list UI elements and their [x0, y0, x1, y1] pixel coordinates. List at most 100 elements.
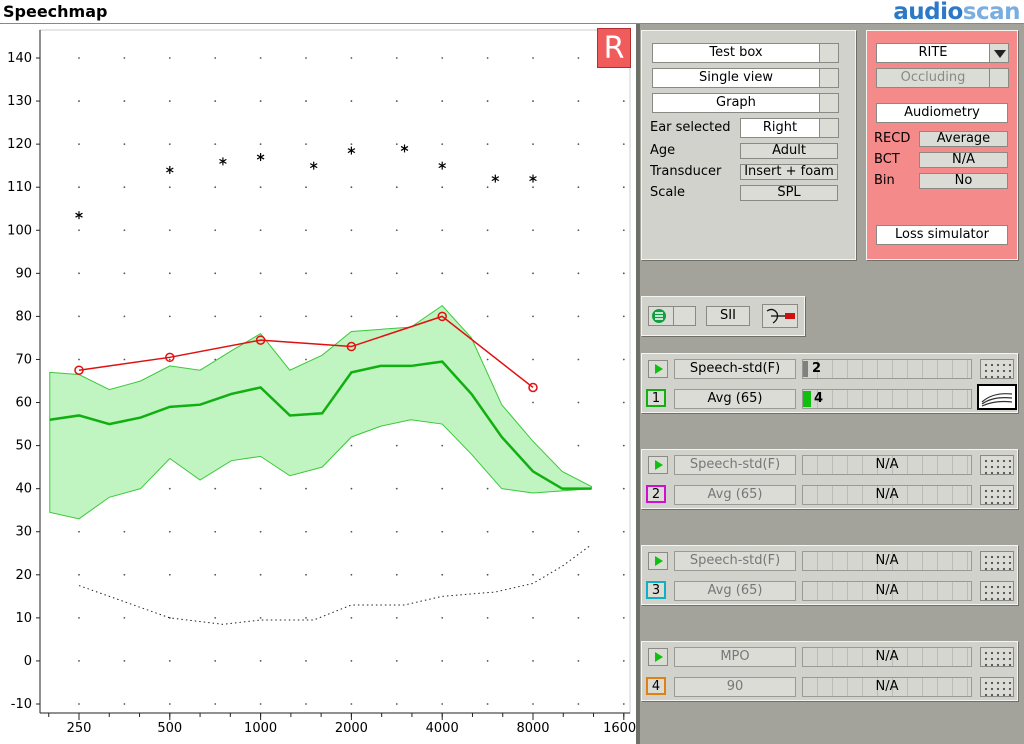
grid-dot [214, 272, 217, 275]
y-tick-label: 90 [15, 266, 32, 281]
test-number-badge[interactable]: 2 [646, 485, 666, 503]
grid-dot [486, 272, 489, 275]
grid-dot [305, 272, 307, 275]
ear-selected-button[interactable]: Right [740, 118, 820, 138]
options-button[interactable] [980, 551, 1014, 571]
test-number-badge[interactable]: 3 [646, 581, 666, 599]
ear-badge[interactable]: R [597, 28, 631, 68]
grid-dot [486, 573, 489, 576]
y-tick-label: 110 [7, 180, 32, 195]
test-number-badge[interactable]: 1 [646, 389, 666, 407]
top-level-value: N/A [875, 553, 899, 568]
level-bar [803, 391, 811, 407]
grid-dot [441, 530, 444, 533]
y-tick-label: -10 [11, 697, 32, 712]
probe-icon-button[interactable] [762, 304, 798, 328]
transducer-label: Transducer [650, 164, 722, 179]
grid-dot [78, 229, 80, 232]
y-tick-label: 130 [7, 94, 32, 109]
grid-dot [486, 530, 489, 533]
grid-dot [532, 703, 534, 705]
grid-dot [622, 143, 625, 146]
grid-dot [441, 703, 444, 705]
level-select[interactable]: Avg (65) [674, 581, 796, 601]
stimulus-select[interactable]: Speech-std(F) [674, 551, 796, 571]
bottom-level-meter: N/A [802, 485, 972, 505]
options-button[interactable] [980, 359, 1014, 379]
bin-value[interactable]: No [919, 173, 1008, 189]
grid-dot [350, 573, 353, 576]
chevron-down-icon[interactable] [989, 43, 1009, 63]
scale-value[interactable]: SPL [740, 185, 838, 201]
play-icon[interactable] [648, 456, 668, 474]
transducer-value[interactable]: Insert + foam [740, 164, 838, 180]
audiometry-button[interactable]: Audiometry [876, 103, 1008, 123]
level-select[interactable]: 90 [674, 677, 796, 697]
curve-display-button[interactable] [977, 384, 1017, 410]
grid-dot [532, 315, 534, 318]
options-button[interactable] [980, 647, 1014, 667]
grid-dot [622, 530, 625, 533]
grid-dot [441, 660, 444, 662]
grid-dot [622, 573, 625, 576]
test-number-badge[interactable]: 4 [646, 677, 666, 695]
grid-dot [395, 573, 398, 576]
stimulus-select[interactable]: Speech-std(F) [674, 455, 796, 475]
grid-dot [532, 616, 534, 619]
grid-dot [622, 315, 625, 318]
level-select[interactable]: Avg (65) [674, 485, 796, 505]
grid-dot [259, 272, 262, 275]
device-type-select[interactable]: RITE [876, 43, 990, 63]
grid-dot [123, 358, 126, 361]
single-view-stub[interactable] [819, 68, 839, 88]
stimulus-select[interactable]: MPO [674, 647, 796, 667]
grid-dot [123, 616, 126, 619]
coupling-stub[interactable] [989, 68, 1009, 88]
grid-dot [78, 660, 80, 662]
single-view-button[interactable]: Single view [652, 68, 820, 88]
options-button[interactable] [980, 677, 1014, 697]
recd-value[interactable]: Average [919, 131, 1008, 147]
graph-stub[interactable] [819, 93, 839, 113]
ear-selected-stub[interactable] [819, 118, 839, 138]
grid-dot [577, 229, 580, 232]
y-tick-label: 50 [15, 439, 32, 454]
sii-button[interactable]: SII [706, 306, 750, 326]
options-button[interactable] [980, 455, 1014, 475]
options-button[interactable] [980, 581, 1014, 601]
list-icon-button[interactable] [648, 306, 674, 326]
play-icon[interactable] [648, 552, 668, 570]
play-icon[interactable] [648, 360, 668, 378]
bottom-level-value: N/A [875, 679, 899, 694]
age-value[interactable]: Adult [740, 143, 838, 159]
graph-button[interactable]: Graph [652, 93, 820, 113]
bct-value[interactable]: N/A [919, 152, 1008, 168]
grid-dot [305, 573, 307, 576]
grid-dot [168, 573, 171, 576]
y-tick-label: 10 [15, 611, 32, 626]
list-option-button[interactable] [673, 306, 696, 326]
test-box-stub[interactable] [819, 43, 839, 63]
grid-dot [259, 229, 262, 232]
grid-dot [78, 57, 80, 59]
grid-dot [532, 272, 534, 275]
level-select[interactable]: Avg (65) [674, 389, 796, 409]
bct-label: BCT [874, 152, 900, 167]
app-title: Speechmap [3, 2, 108, 21]
test-box-button[interactable]: Test box [652, 43, 820, 63]
grid-dot [622, 401, 625, 404]
coupling-select[interactable]: Occluding [876, 68, 990, 88]
grid-dot [350, 616, 353, 619]
grid-dot [350, 186, 353, 189]
top-level-meter: N/A [802, 551, 972, 571]
grid-dot [486, 358, 489, 361]
probe-icon [766, 308, 795, 324]
stimulus-select[interactable]: Speech-std(F) [674, 359, 796, 379]
grid-dot [305, 229, 307, 232]
options-button[interactable] [980, 485, 1014, 505]
y-tick-label: 60 [15, 396, 32, 411]
grid-dot [350, 487, 353, 490]
panel-divider [636, 24, 640, 744]
play-icon[interactable] [648, 648, 668, 666]
loss-simulator-button[interactable]: Loss simulator [876, 225, 1008, 245]
